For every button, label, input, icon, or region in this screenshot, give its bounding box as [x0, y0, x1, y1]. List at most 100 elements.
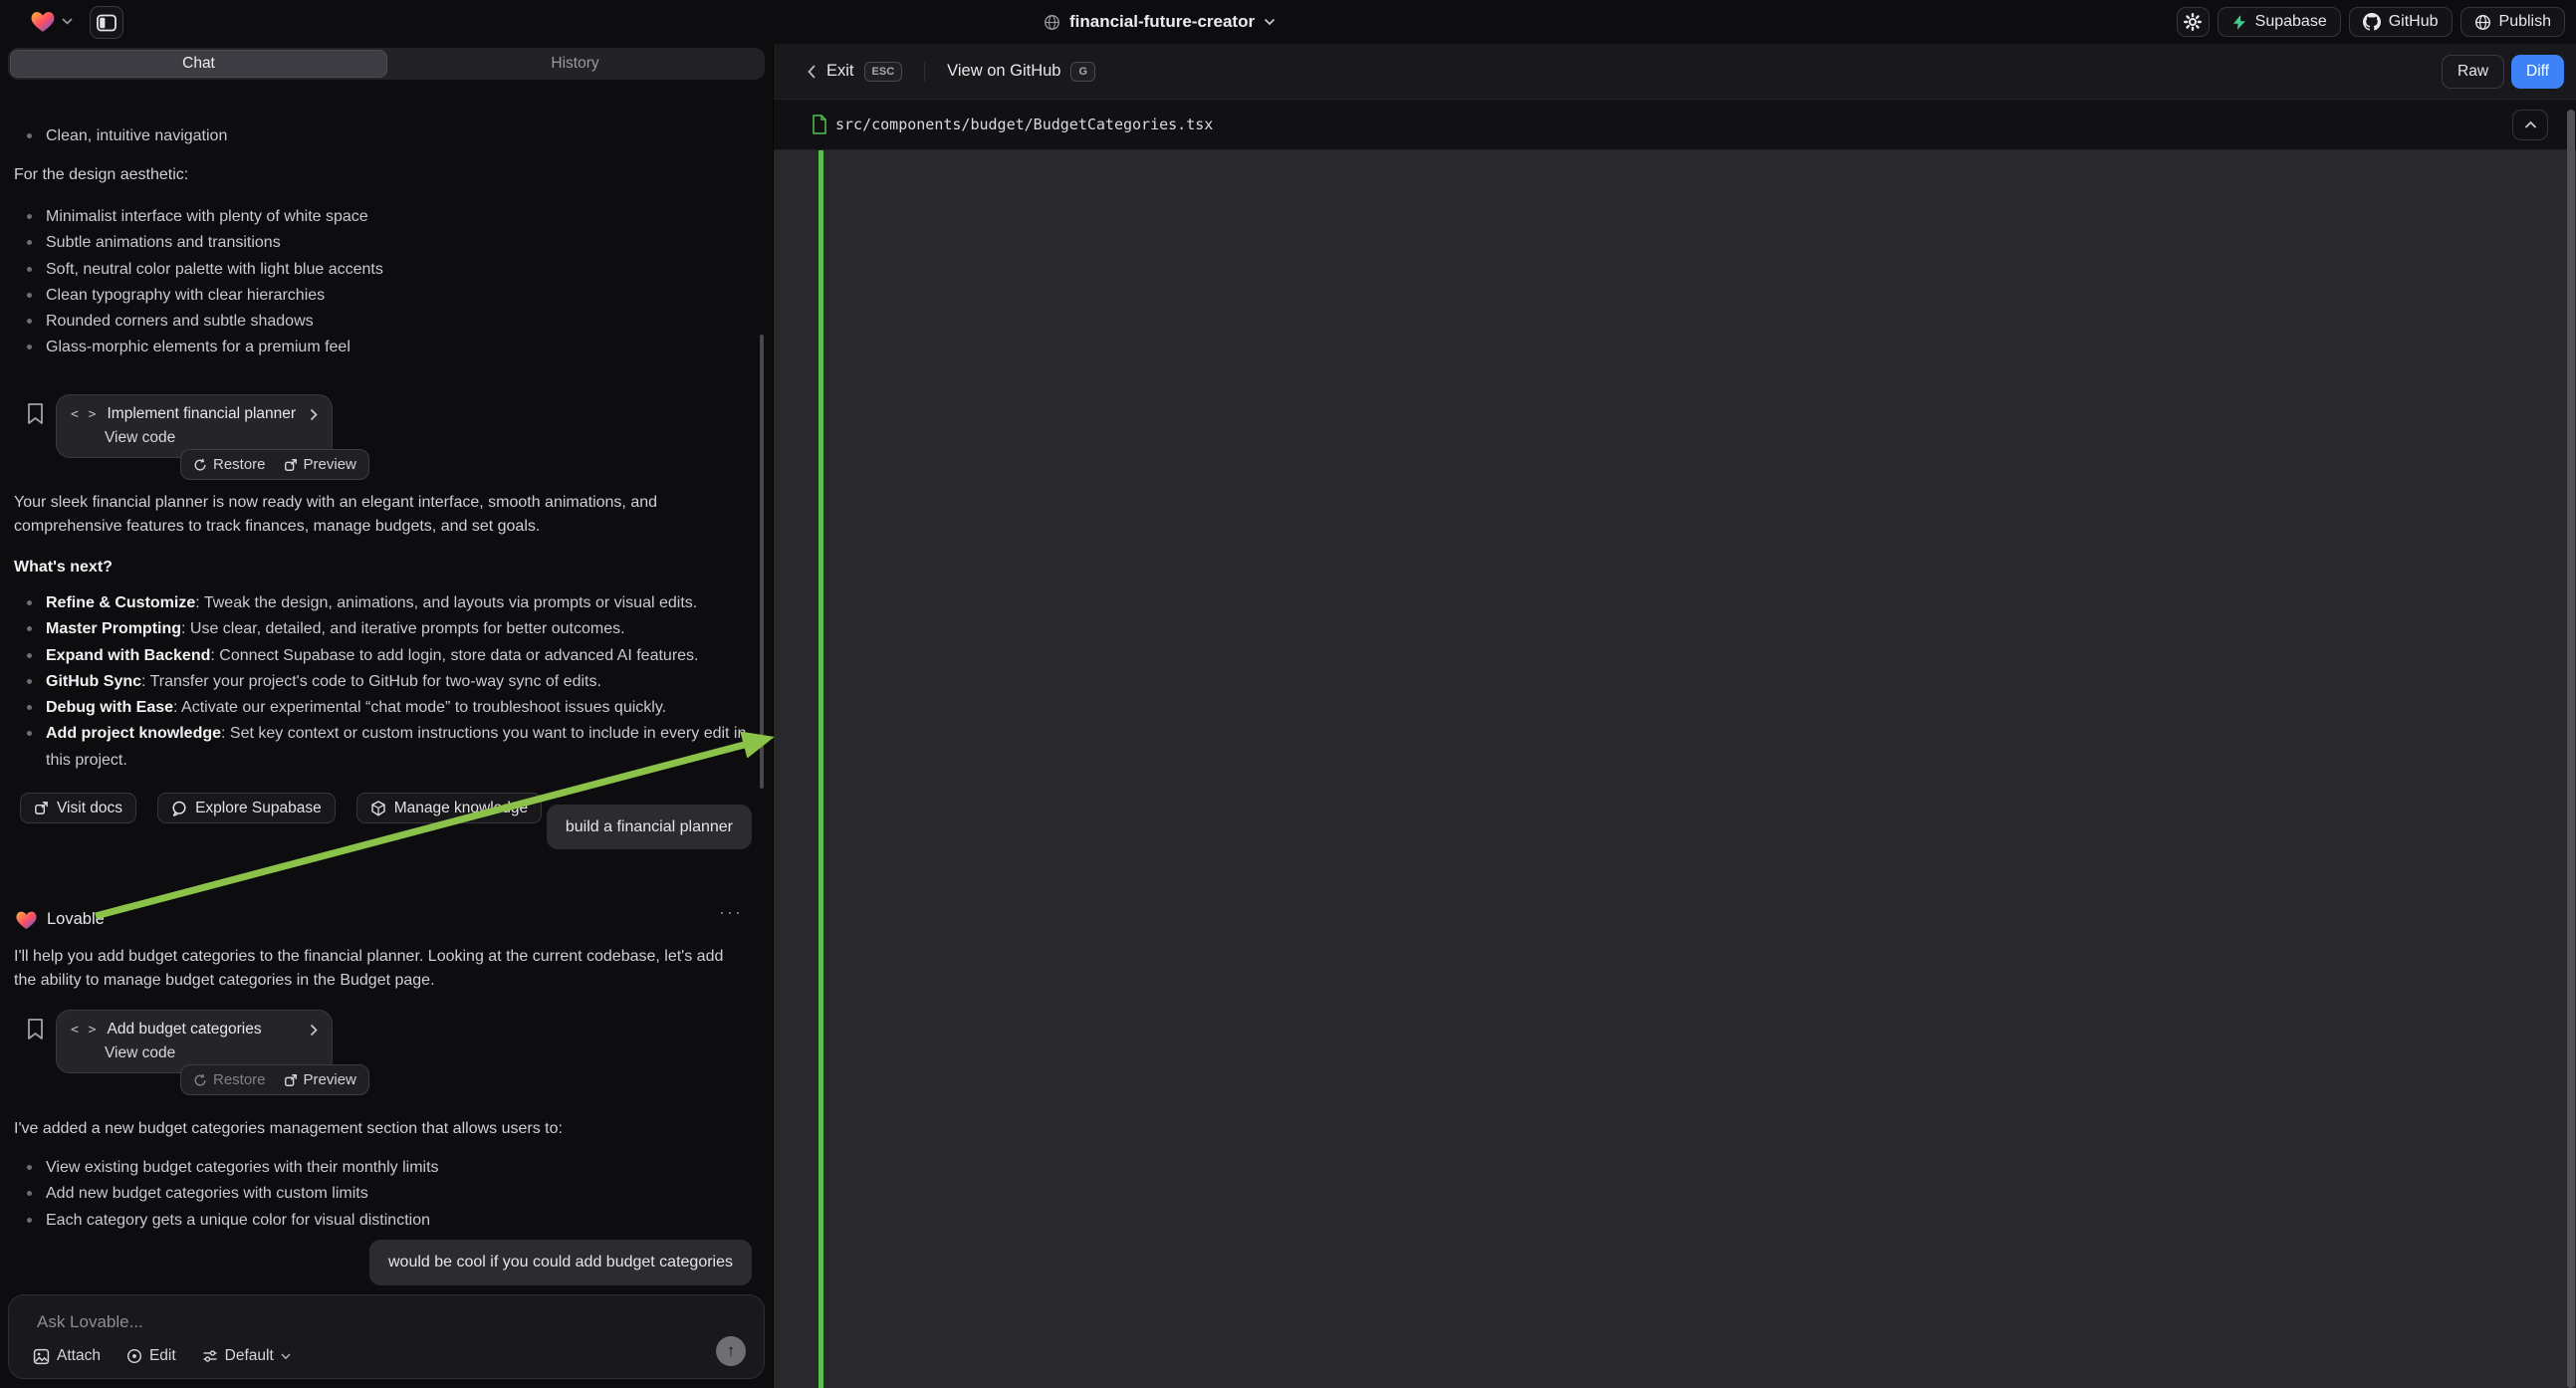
message-more-button[interactable]: ···	[719, 902, 743, 923]
edit-label: Edit	[149, 1347, 176, 1365]
github-button[interactable]: GitHub	[2349, 7, 2453, 37]
card-actions-pill: Restore Preview	[180, 449, 369, 480]
project-switcher[interactable]: financial-future-creator	[1044, 0, 1276, 44]
restore-button[interactable]: Restore	[193, 1071, 266, 1088]
logo-chevron-down-icon[interactable]	[62, 17, 73, 25]
list-item: View existing budget categories with the…	[25, 1155, 439, 1181]
chat-panel: Chat History Clean, intuitive navigation…	[0, 44, 773, 1388]
visit-docs-label: Visit docs	[57, 800, 122, 817]
version-card-title: Add budget categories	[107, 1021, 261, 1039]
assistant-message: I'll help you add budget categories to t…	[14, 945, 723, 993]
chat-scrollbar[interactable]	[760, 335, 764, 789]
code-icon: < >	[71, 1023, 97, 1038]
prompt-input-box[interactable]: Ask Lovable... Attach Edit Default ↑	[8, 1294, 765, 1379]
file-icon	[812, 115, 827, 134]
project-globe-icon	[1044, 14, 1060, 31]
list-item: Rounded corners and subtle shadows	[25, 309, 383, 335]
project-name: financial-future-creator	[1069, 12, 1255, 32]
back-chevron-icon[interactable]	[807, 64, 817, 80]
supabase-button[interactable]: Supabase	[2218, 7, 2341, 37]
top-bar: financial-future-creator Supabase GitHub	[0, 0, 2576, 44]
list-item: Expand with Backend: Connect Supabase to…	[25, 643, 748, 669]
restore-label: Restore	[213, 456, 266, 473]
g-kbd: G	[1070, 62, 1095, 82]
list-item: Refine & Customize: Tweak the design, an…	[25, 590, 748, 616]
lovable-avatar-heart-icon	[15, 909, 38, 930]
publish-button[interactable]: Publish	[2460, 7, 2565, 37]
view-on-github-button[interactable]: View on GitHub	[947, 62, 1060, 81]
list-item: Debug with Ease: Activate our experiment…	[25, 695, 748, 721]
raw-toggle-button[interactable]: Raw	[2442, 55, 2504, 89]
publish-globe-icon	[2474, 14, 2491, 31]
assistant-message: Your sleek financial planner is now read…	[14, 491, 657, 539]
list-item: Soft, neutral color palette with light b…	[25, 257, 383, 283]
chat-history-tabs: Chat History	[8, 48, 765, 80]
list-item: Add project knowledge: Set key context o…	[25, 721, 748, 774]
prompt-controls: Attach Edit Default	[33, 1347, 291, 1365]
code-panel: Exit ESC View on GitHub G Raw Diff src/c…	[773, 44, 2576, 1388]
model-selector[interactable]: Default	[202, 1347, 291, 1365]
settings-button[interactable]	[2177, 7, 2210, 37]
send-button[interactable]: ↑	[716, 1336, 746, 1366]
list-item: Add new budget categories with custom li…	[25, 1181, 439, 1207]
file-path: src/components/budget/BudgetCategories.t…	[835, 116, 1213, 133]
attach-button[interactable]: Attach	[33, 1347, 101, 1365]
file-header[interactable]: src/components/budget/BudgetCategories.t…	[774, 99, 2576, 150]
collapse-file-button[interactable]	[2512, 110, 2548, 140]
preview-button[interactable]: Preview	[284, 1071, 356, 1088]
project-chevron-down-icon	[1264, 18, 1276, 26]
assistant-message: I've added a new budget categories manag…	[14, 1117, 563, 1141]
github-label: GitHub	[2389, 13, 2439, 31]
list-item: Clean typography with clear hierarchies	[25, 283, 383, 309]
user-message-bubble: build a financial planner	[547, 805, 752, 849]
list-item: Glass-morphic elements for a premium fee…	[25, 335, 383, 360]
code-scrollbar[interactable]	[2567, 110, 2575, 1388]
edit-mode-button[interactable]: Edit	[126, 1347, 176, 1365]
user-message-bubble: would be cool if you could add budget ca…	[369, 1240, 752, 1285]
sidebar-toggle-button[interactable]	[90, 6, 123, 39]
list-item: Minimalist interface with plenty of whit…	[25, 204, 383, 230]
toolbar-divider	[924, 62, 925, 82]
diff-toggle-button[interactable]: Diff	[2511, 55, 2564, 89]
explore-supabase-button[interactable]: Explore Supabase	[157, 793, 336, 823]
list-item: Each category gets a unique color for vi…	[25, 1208, 439, 1234]
exit-button[interactable]: Exit	[826, 62, 854, 81]
prompt-placeholder: Ask Lovable...	[37, 1312, 143, 1332]
preview-label: Preview	[304, 456, 356, 473]
restore-button[interactable]: Restore	[193, 456, 266, 473]
restore-label: Restore	[213, 1071, 266, 1088]
github-icon	[2363, 13, 2381, 31]
bookmark-icon[interactable]	[26, 1018, 45, 1041]
list-item: GitHub Sync: Transfer your project's cod…	[25, 669, 748, 695]
chevron-right-icon	[310, 408, 318, 421]
bookmark-icon[interactable]	[26, 402, 45, 425]
list-item: Subtle animations and transitions	[25, 230, 383, 256]
lovable-logo-icon[interactable]	[30, 9, 56, 33]
design-heading: For the design aesthetic:	[14, 163, 188, 187]
code-diff-view	[774, 150, 2576, 1388]
topbar-actions: Supabase GitHub Publish	[2177, 7, 2565, 37]
view-code-link[interactable]: View code	[105, 1044, 318, 1062]
preview-button[interactable]: Preview	[284, 456, 356, 473]
quick-actions: Visit docs Explore Supabase Manage knowl…	[20, 793, 542, 823]
assistant-name: Lovable	[47, 910, 105, 929]
whats-next-list: Refine & Customize: Tweak the design, an…	[25, 590, 748, 774]
design-bullet-list: Minimalist interface with plenty of whit…	[25, 204, 383, 361]
manage-knowledge-button[interactable]: Manage knowledge	[356, 793, 542, 823]
card-actions-pill: Restore Preview	[180, 1064, 369, 1095]
supabase-label: Supabase	[2255, 13, 2327, 31]
tab-history[interactable]: History	[387, 50, 763, 78]
assistant-header: Lovable	[15, 909, 105, 930]
code-toolbar: Exit ESC View on GitHub G Raw Diff	[774, 44, 2576, 99]
gear-icon	[2184, 13, 2202, 31]
tab-chat[interactable]: Chat	[10, 50, 387, 78]
manage-knowledge-label: Manage knowledge	[394, 800, 528, 817]
explore-supabase-label: Explore Supabase	[195, 800, 322, 817]
view-code-link[interactable]: View code	[105, 429, 318, 447]
attach-label: Attach	[57, 1347, 101, 1365]
list-item: Clean, intuitive navigation	[25, 123, 798, 149]
visit-docs-button[interactable]: Visit docs	[20, 793, 136, 823]
publish-label: Publish	[2499, 13, 2551, 31]
diff-added-gutter	[819, 150, 823, 1388]
code-icon: < >	[71, 407, 97, 422]
